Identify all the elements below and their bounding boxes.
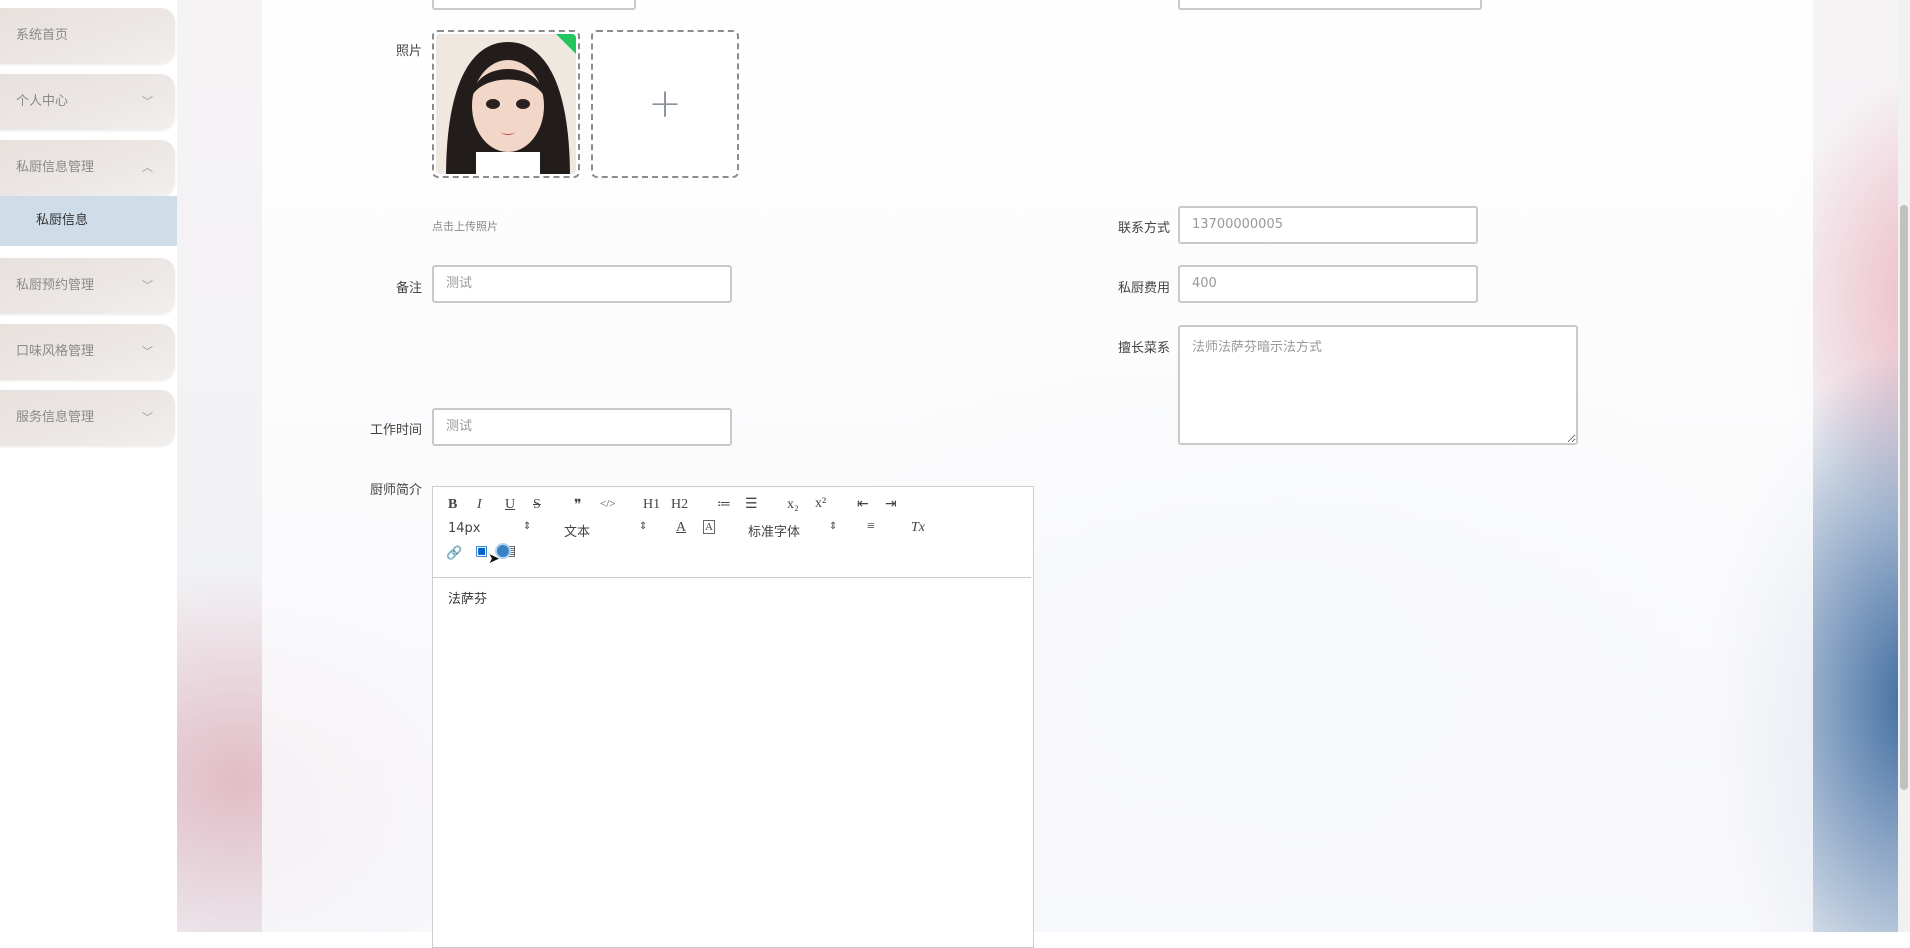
editor-toolbar: B I U S ❞ </> H1 H2 ≔ ☰ x₂ x² ⇤ ⇥ 14px ⇕… [433, 487, 1031, 578]
h1-button[interactable]: H1 [643, 497, 660, 513]
menu-service-info-label: 服务信息管理 [16, 410, 95, 425]
menu-personal-center[interactable]: 个人中心 ﹀ [0, 74, 175, 130]
image-button[interactable]: ▣ [475, 543, 488, 560]
header-select[interactable]: 文本 [564, 521, 590, 540]
scrollbar[interactable] [1898, 0, 1910, 932]
add-photo-button[interactable]: + [591, 30, 739, 178]
partial-input-left[interactable] [432, 0, 636, 10]
cuisine-label: 擅长菜系 [1117, 341, 1170, 356]
font-size-select[interactable]: 14px [448, 521, 481, 536]
menu-chef-info[interactable]: 私厨信息管理 ︿ [0, 140, 175, 196]
chevron-down-icon: ﹀ [142, 95, 153, 108]
menu-service-info[interactable]: 服务信息管理 ﹀ [0, 390, 175, 446]
font-family-select[interactable]: 标准字体 [748, 521, 800, 540]
remark-input[interactable]: 测试 [432, 265, 732, 303]
menu-chef-booking[interactable]: 私厨预约管理 ﹀ [0, 258, 175, 314]
code-button[interactable]: </> [600, 498, 615, 510]
contact-input[interactable]: 13700000005 [1178, 206, 1478, 244]
align-button[interactable]: ≡ [867, 519, 875, 535]
fee-label: 私厨费用 [1117, 281, 1170, 296]
menu-taste-style-label: 口味风格管理 [16, 344, 95, 359]
link-button[interactable]: 🔗 [446, 545, 462, 561]
italic-button[interactable]: I [477, 497, 482, 513]
chevron-down-icon: ﹀ [142, 279, 153, 292]
remark-label: 备注 [395, 281, 422, 296]
background-color-button[interactable]: A [703, 520, 715, 534]
sidebar: 系统首页 个人中心 ﹀ 私厨信息管理 ︿ 私厨信息 私厨预约管理 ﹀ 口味风格管理 ﹀ … [0, 0, 177, 932]
ordered-list-button[interactable]: ≔ [717, 496, 731, 513]
menu-chef-info-label: 私厨信息管理 [16, 160, 95, 175]
text-color-button[interactable]: A [676, 520, 686, 536]
work-time-label: 工作时间 [369, 423, 422, 438]
chevron-updown-icon: ⇕ [523, 521, 532, 532]
upload-hint: 点击上传照片 [432, 220, 498, 233]
contact-label: 联系方式 [1117, 221, 1170, 236]
chevron-updown-icon: ⇕ [639, 521, 648, 532]
chevron-down-icon: ﹀ [142, 411, 153, 424]
menu-taste-style[interactable]: 口味风格管理 ﹀ [0, 324, 175, 380]
portrait-image [436, 34, 576, 174]
menu-home[interactable]: 系统首页 [0, 8, 175, 64]
menu-home-label: 系统首页 [16, 28, 69, 43]
plus-icon: + [648, 81, 682, 127]
indent-out-button[interactable]: ⇤ [857, 496, 869, 513]
indent-in-button[interactable]: ⇥ [885, 496, 897, 513]
fee-input[interactable]: 400 [1178, 265, 1478, 303]
bold-button[interactable]: B [448, 497, 457, 513]
chevron-up-icon: ︿ [142, 161, 153, 174]
chevron-updown-icon: ⇕ [829, 521, 838, 532]
partial-input-right[interactable] [1178, 0, 1482, 10]
strike-button[interactable]: S [533, 497, 541, 513]
sidebar-item-chef-info[interactable]: 私厨信息 [0, 196, 177, 246]
mouse-pointer-icon: ➤ [488, 551, 500, 567]
menu-chef-booking-label: 私厨预约管理 [16, 278, 95, 293]
cuisine-textarea[interactable]: 法师法萨芬暗示法方式 [1178, 325, 1578, 445]
menu-personal-center-label: 个人中心 [16, 94, 69, 109]
h2-button[interactable]: H2 [671, 497, 688, 513]
uploaded-photo[interactable] [432, 30, 580, 178]
chef-photo-image [436, 34, 576, 174]
superscript-button[interactable]: x² [815, 496, 826, 512]
intro-label: 厨师简介 [369, 483, 422, 498]
quote-button[interactable]: ❞ [574, 497, 582, 514]
underline-button[interactable]: U [505, 497, 515, 513]
clean-format-button[interactable]: Tx [911, 520, 925, 536]
rich-text-editor: B I U S ❞ </> H1 H2 ≔ ☰ x₂ x² ⇤ ⇥ 14px ⇕… [432, 486, 1034, 948]
subscript-button[interactable]: x₂ [787, 497, 799, 513]
photo-label: 照片 [395, 44, 422, 59]
chevron-down-icon: ﹀ [142, 345, 153, 358]
scrollbar-thumb[interactable] [1900, 205, 1908, 790]
bullet-list-button[interactable]: ☰ [745, 496, 758, 513]
work-time-input[interactable]: 测试 [432, 408, 732, 446]
editor-content[interactable]: 法萨芬 [448, 588, 487, 607]
